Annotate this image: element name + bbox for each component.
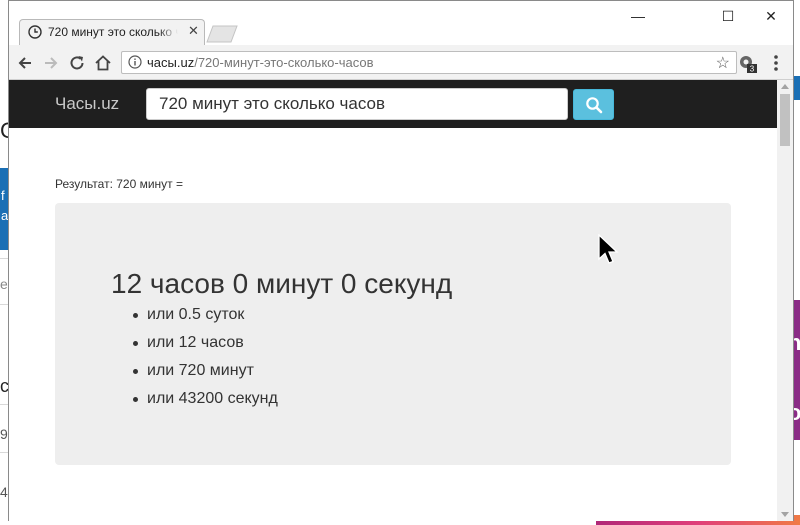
search-icon	[586, 97, 603, 114]
scrollbar-thumb[interactable]	[780, 94, 790, 146]
bookmark-star-icon[interactable]: ☆	[716, 53, 730, 73]
back-icon[interactable]	[15, 53, 35, 73]
url-host: часы.uz	[147, 55, 195, 70]
scroll-down-arrow-icon[interactable]	[781, 512, 789, 517]
new-tab-button[interactable]	[205, 25, 239, 43]
site-logo[interactable]: Часы.uz	[55, 94, 119, 114]
tab-title: 720 минут это сколько ч	[48, 25, 178, 39]
extension-badge: 3	[750, 65, 755, 74]
reload-icon[interactable]	[67, 53, 87, 73]
list-item: или 43200 секунд	[133, 385, 278, 413]
result-main-value: 12 часов 0 минут 0 секунд	[111, 268, 453, 299]
info-icon[interactable]	[128, 55, 142, 69]
minimize-button[interactable]: —	[623, 7, 653, 25]
maximize-button[interactable]: ☐	[713, 7, 743, 25]
mouse-cursor-icon	[598, 234, 619, 264]
bg-glyph: 4	[0, 484, 8, 500]
result-panel: 12 часов 0 минут 0 секунд или 0.5 суток …	[55, 203, 731, 465]
list-item: или 12 часов	[133, 329, 278, 357]
result-alternatives-list: или 0.5 суток или 12 часов или 720 минут…	[111, 301, 278, 413]
home-icon[interactable]	[93, 53, 113, 73]
browser-window: 720 минут это сколько ч ✕ — ☐ ✕ часы.uz/…	[8, 0, 794, 521]
screen: С f а е с 9 4 n o 720 минут это ско	[0, 0, 800, 525]
scroll-up-arrow-icon[interactable]	[781, 84, 789, 89]
forward-icon[interactable]	[41, 53, 61, 73]
bg-glyph: е	[0, 276, 8, 292]
site-header: Часы.uz	[9, 80, 777, 128]
search-input[interactable]	[146, 88, 568, 120]
close-window-button[interactable]: ✕	[756, 7, 786, 25]
title-bar: 720 минут это сколько ч ✕ — ☐ ✕	[9, 1, 793, 45]
tab-close-button[interactable]: ✕	[188, 23, 199, 39]
bg-glyph: 9	[0, 426, 8, 442]
bg-glyph: f	[1, 188, 5, 203]
vertical-scrollbar[interactable]	[777, 80, 793, 521]
search-button[interactable]	[573, 89, 614, 120]
page-viewport: Часы.uz Результат: 720 минут = 12 часов …	[9, 80, 777, 521]
url-path: /720-минут-это-сколько-часов	[194, 55, 374, 70]
clock-icon	[28, 25, 42, 39]
result-label: Результат: 720 минут =	[55, 177, 184, 191]
browser-menu-icon[interactable]	[769, 53, 783, 73]
browser-toolbar: часы.uz/720-минут-это-сколько-часов ☆ 3	[9, 45, 793, 80]
list-item: или 0.5 суток	[133, 301, 278, 329]
browser-tab[interactable]: 720 минут это сколько ч ✕	[19, 19, 205, 45]
url-text: часы.uz/720-минут-это-сколько-часов	[147, 55, 374, 70]
extension-icon[interactable]: 3	[737, 53, 757, 73]
list-item: или 720 минут	[133, 357, 278, 385]
address-bar[interactable]: часы.uz/720-минут-это-сколько-часов ☆	[121, 51, 737, 74]
